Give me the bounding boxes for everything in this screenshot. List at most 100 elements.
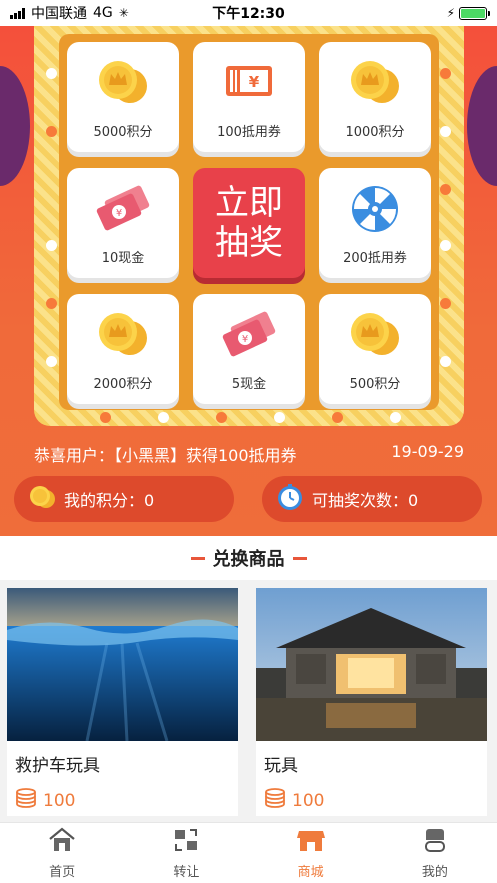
coins-icon [346,310,404,362]
prize-label: 200抵用券 [343,251,407,266]
tab-shop[interactable]: 商城 [249,823,373,883]
bulb-dot [46,68,57,79]
home-icon [48,827,76,857]
right-decoration [467,66,497,186]
transfer-icon [172,827,200,857]
lottery-hero: 5000积分 ¥ 100抵用券 1000积分 ¥ 10现金 立即 抽奖 200抵… [0,26,497,536]
cash-icon: ¥ [219,310,279,362]
draw-count-label: 可抽奖次数：0 [312,491,419,510]
stopwatch-icon [276,483,304,515]
bulb-dot [274,412,285,423]
product-price: 100 [256,776,487,813]
bulb-dot [390,412,401,423]
prize-cell: 1000积分 [319,42,431,152]
profile-icon [421,827,449,857]
prize-label: 100抵用券 [217,125,281,140]
bulb-dot [440,126,451,137]
shop-icon [296,827,326,857]
signal-icon [10,7,25,19]
prize-cell: 500积分 [319,294,431,404]
winner-notice: 恭喜用户：【小黑黑】获得100抵用券 19-09-29 [34,442,464,466]
prize-cell: 5000积分 [67,42,179,152]
loading-icon: ✳ [118,6,129,20]
coin-stack-icon [15,788,37,813]
product-price: 100 [7,776,238,813]
winner-text: 恭喜用户：【小黑黑】获得100抵用券 [34,446,297,465]
bulb-dot [46,298,57,309]
draw-button-line2: 抽奖 [215,223,283,263]
bulb-dot [46,126,57,137]
prize-label: 2000积分 [93,377,153,392]
cash-icon: ¥ [93,184,153,236]
product-name: 救护车玩具 [15,756,100,776]
coins-icon [94,58,152,110]
bulb-dot [100,412,111,423]
draw-button[interactable]: 立即 抽奖 [193,168,305,278]
network-text: 4G [93,5,113,21]
section-title: 兑换商品 [212,549,285,570]
prize-cell: ¥ 100抵用券 [193,42,305,152]
section-header: 兑换商品 [0,536,497,580]
draw-count-pill[interactable]: 可抽奖次数：0 [262,476,482,522]
svg-text:¥: ¥ [242,334,248,345]
bulb-dot [440,184,451,195]
prize-cell: ¥ 5现金 [193,294,305,404]
product-image [7,588,238,741]
product-list: 救护车玩具 100 玩具 100 [7,588,487,816]
bulb-dot [158,412,169,423]
title-dash [190,556,205,560]
prize-cell: 200抵用券 [319,168,431,278]
prize-cell: ¥ 10现金 [67,168,179,278]
status-left: 中国联通 4G ✳ [10,3,129,23]
left-decoration [0,66,30,186]
coin-stack-icon [264,788,286,813]
ticket-icon: ¥ [222,58,276,106]
title-dash [292,556,307,560]
product-price-value: 100 [43,790,76,811]
tab-profile[interactable]: 我的 [373,823,497,883]
lottery-frame: 5000积分 ¥ 100抵用券 1000积分 ¥ 10现金 立即 抽奖 200抵… [34,26,464,426]
prize-grid: 5000积分 ¥ 100抵用券 1000积分 ¥ 10现金 立即 抽奖 200抵… [59,34,439,410]
my-points-pill[interactable]: 我的积分：0 [14,476,234,522]
bottom-tab-bar: 首页 转让 商城 我的 [0,822,497,883]
tab-transfer[interactable]: 转让 [124,823,248,883]
prize-label: 1000积分 [345,125,405,140]
disc-icon [350,184,400,238]
bulb-dot [440,298,451,309]
bulb-dot [440,240,451,251]
tab-label: 商城 [297,864,324,880]
coins-icon [94,310,152,362]
svg-text:¥: ¥ [116,208,122,219]
coins-icon [346,58,404,110]
tab-label: 首页 [49,864,76,880]
bulb-dot [440,68,451,79]
product-card[interactable]: 玩具 100 [256,588,487,816]
prize-label: 500积分 [349,377,401,392]
draw-button-line1: 立即 [215,183,283,223]
battery-icon [459,6,490,20]
status-right: ⚡ [446,6,490,20]
tab-home[interactable]: 首页 [0,823,124,883]
carrier-text: 中国联通 [31,6,87,22]
prize-cell: 2000积分 [67,294,179,404]
status-bar: 中国联通 4G ✳ 下午12:30 ⚡ [0,0,497,26]
product-price-value: 100 [292,790,325,811]
winner-date: 19-09-29 [391,442,464,461]
bulb-dot [216,412,227,423]
my-points-label: 我的积分：0 [64,491,155,510]
product-image [256,588,487,741]
prize-label: 5现金 [231,377,267,392]
bulb-dot [332,412,343,423]
tab-label: 我的 [421,864,448,880]
product-name: 玩具 [264,756,298,776]
svg-text:¥: ¥ [249,73,260,91]
bulb-dot [440,356,451,367]
tab-label: 转让 [173,864,200,880]
prize-label: 10现金 [101,251,145,266]
prize-label: 5000积分 [93,125,153,140]
bulb-dot [46,240,57,251]
product-card[interactable]: 救护车玩具 100 [7,588,238,816]
coin-icon [28,485,56,513]
charging-icon: ⚡ [446,6,455,20]
bulb-dot [46,356,57,367]
